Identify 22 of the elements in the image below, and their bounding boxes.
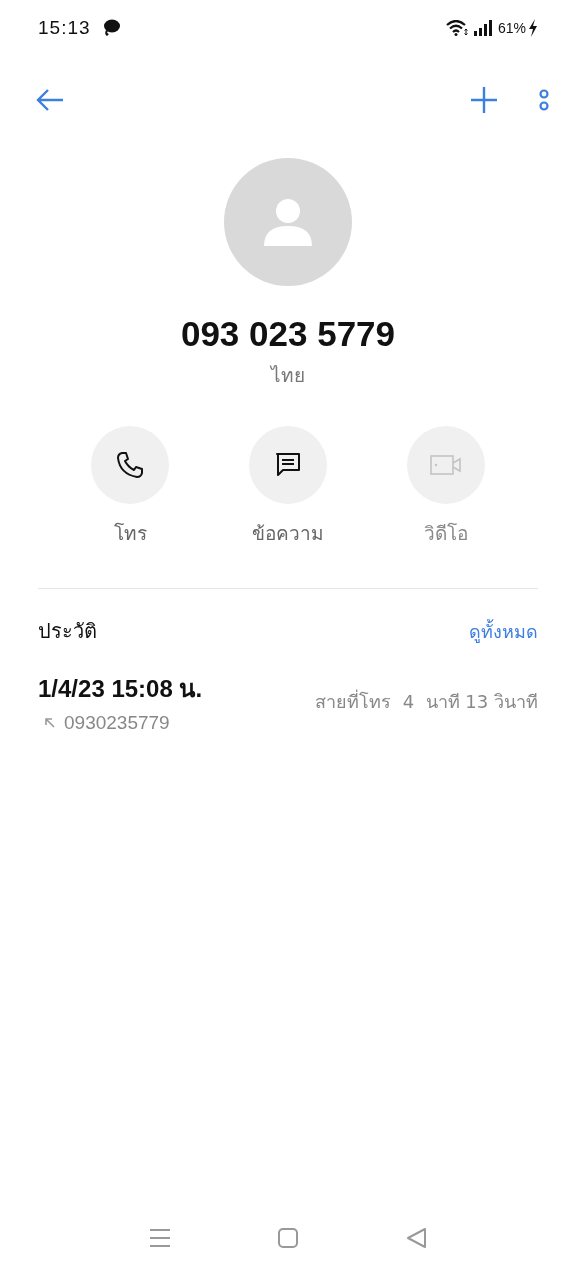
view-all-link[interactable]: ดูทั้งหมด	[469, 616, 538, 646]
battery-percent: 61%	[497, 20, 526, 36]
call-action-button[interactable]: โทร	[80, 426, 180, 548]
video-camera-icon	[430, 454, 462, 476]
back-nav-button[interactable]	[405, 1227, 427, 1249]
menu-icon[interactable]	[149, 1228, 171, 1248]
signal-icon	[473, 20, 494, 36]
phone-icon	[115, 450, 145, 480]
wifi-icon	[445, 20, 468, 36]
call-number: 0930235779	[64, 712, 170, 734]
call-duration: สายที่โทร 4 นาที 13 วินาที	[315, 688, 538, 714]
call-direction-icon	[44, 717, 56, 729]
charging-bolt-icon	[528, 19, 538, 37]
history-title: ประวัติ	[38, 618, 97, 645]
message-action-button[interactable]: ข้อความ	[238, 426, 338, 548]
more-options-icon	[538, 88, 550, 112]
home-button[interactable]	[277, 1227, 299, 1249]
message-icon	[275, 452, 301, 478]
contact-location: ไทย	[271, 363, 305, 388]
contact-name: 093 023 5779	[180, 314, 396, 354]
status-time: 15:13	[38, 17, 91, 39]
call-datetime: 1/4/23 15:08 น.	[38, 674, 203, 704]
